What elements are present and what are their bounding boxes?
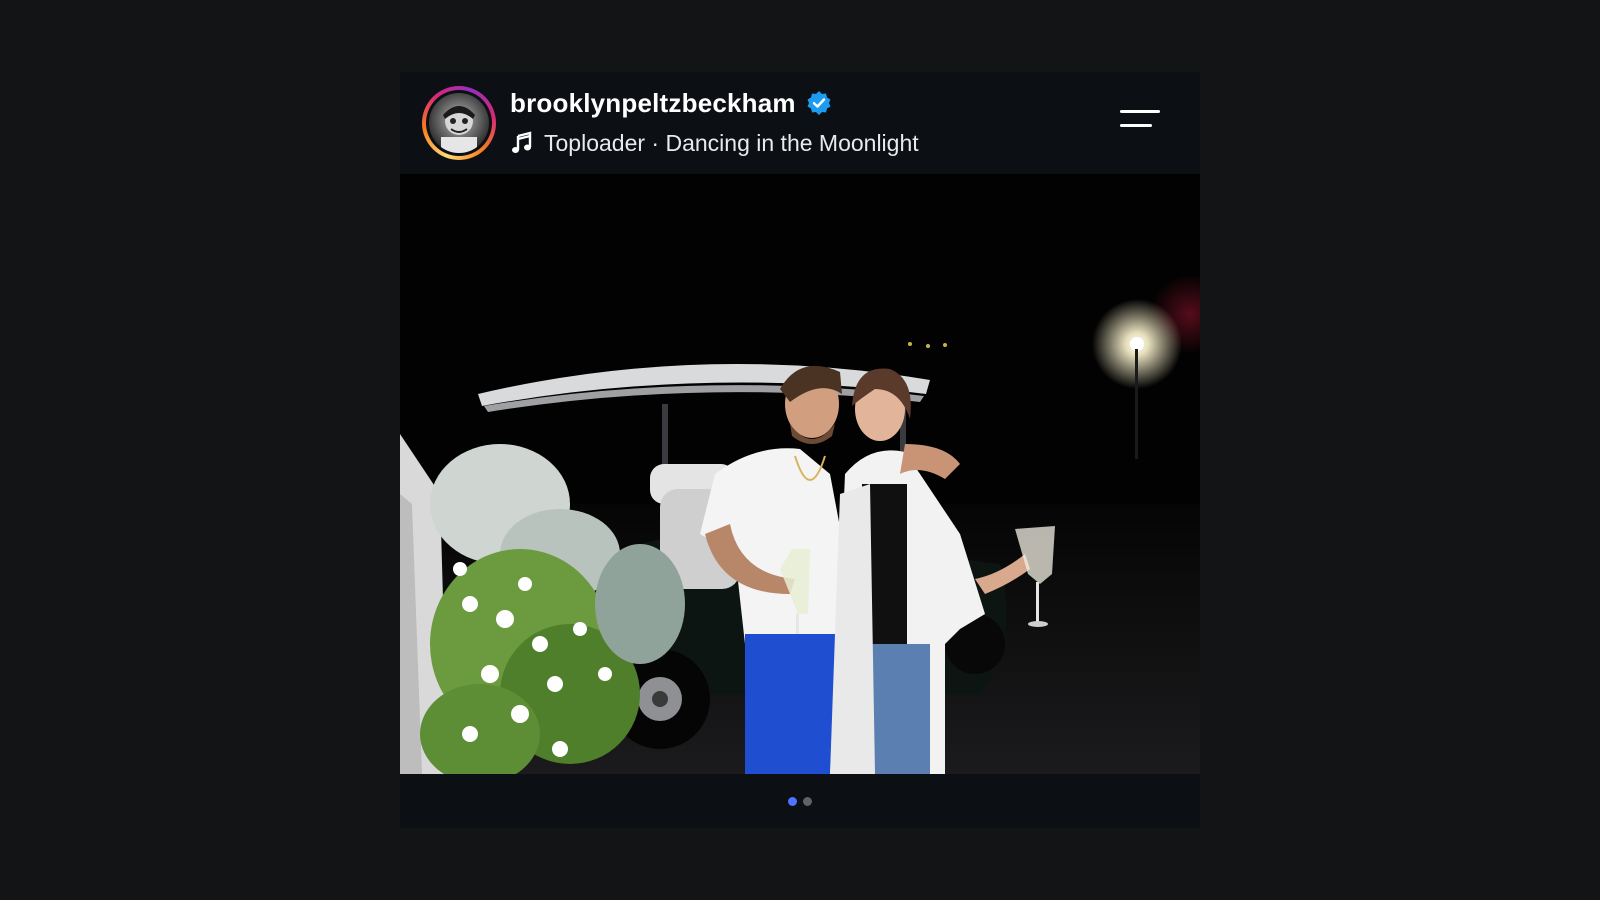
photo-illustration	[400, 174, 1200, 774]
music-note-icon	[512, 131, 532, 153]
post-header: brooklynpeltzbeckham Toploader · Dancing…	[400, 72, 1200, 174]
carousel-dot-1[interactable]	[788, 796, 797, 806]
music-artist: Toploader	[544, 129, 646, 156]
carousel-dot-2[interactable]	[803, 796, 812, 806]
post-card: brooklynpeltzbeckham Toploader · Dancing…	[400, 72, 1200, 828]
music-song: Dancing in the Moonlight	[665, 129, 919, 156]
username-row: brooklynpeltzbeckham	[510, 86, 832, 120]
carousel-indicator	[400, 774, 1200, 828]
menu-line-top	[1120, 110, 1160, 113]
username[interactable]: brooklynpeltzbeckham	[510, 88, 796, 119]
menu-button[interactable]	[1120, 102, 1164, 142]
post-photo[interactable]	[400, 174, 1200, 774]
verified-badge-icon	[807, 91, 831, 115]
story-ring[interactable]	[422, 86, 496, 160]
music-separator: ·	[645, 129, 666, 156]
avatar-image	[441, 106, 477, 153]
music-row[interactable]: Toploader · Dancing in the Moonlight	[510, 126, 919, 160]
avatar-gap	[426, 90, 492, 156]
music-track-label: Toploader · Dancing in the Moonlight	[544, 130, 919, 157]
menu-line-bottom	[1120, 124, 1152, 127]
profile-avatar[interactable]	[429, 93, 489, 153]
